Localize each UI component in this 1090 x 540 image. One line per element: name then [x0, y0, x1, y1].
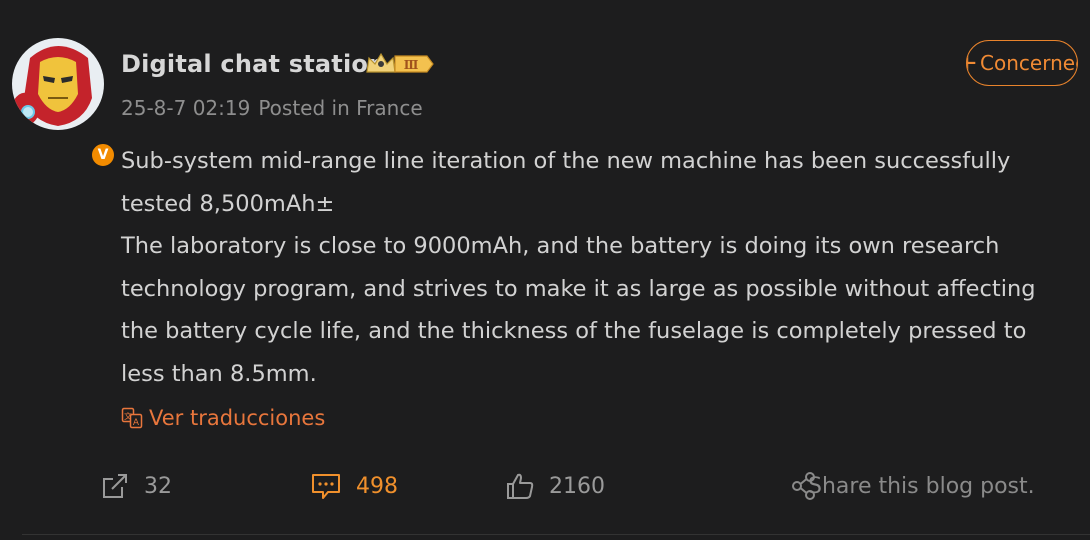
weibo-post: V Digital chat station Ⅲ 25-8-7 02:19 Pos… — [0, 0, 1090, 540]
post-timestamp[interactable]: 25-8-7 02:19 — [121, 96, 250, 120]
translate-icon: 文 A — [121, 407, 143, 429]
comment-icon — [312, 474, 340, 499]
iron-man-avatar-icon — [12, 38, 104, 130]
like-count: 2160 — [549, 473, 605, 499]
repost-button[interactable]: 32 — [100, 466, 172, 506]
avatar[interactable]: V — [12, 38, 116, 168]
translate-label: Ver traducciones — [149, 406, 326, 430]
share-button[interactable]: Share this blog post. — [790, 466, 1035, 506]
follow-button-label: Concerned — [980, 51, 1078, 75]
author-name[interactable]: Digital chat station — [121, 50, 385, 78]
action-bar: 32 498 2160 Share this blog post. — [0, 466, 1090, 510]
crown-level-badge-icon[interactable]: Ⅲ — [365, 50, 435, 78]
comment-count: 498 — [356, 473, 398, 499]
post-location: Posted in France — [258, 96, 423, 120]
thumbs-up-icon — [507, 473, 534, 499]
translate-link[interactable]: 文 A Ver traducciones — [121, 406, 325, 430]
verified-badge-letter: V — [97, 147, 109, 163]
plus-icon: + — [967, 50, 978, 76]
like-button[interactable]: 2160 — [505, 466, 605, 506]
post-paragraph-2: The laboratory is close to 9000mAh, and … — [121, 233, 1036, 387]
post-content: Sub-system mid-range line iteration of t… — [121, 140, 1071, 395]
follow-button[interactable]: + Concerned — [966, 40, 1078, 86]
share-label: Share this blog post. — [808, 473, 1035, 499]
verified-badge-icon: V — [90, 142, 116, 168]
crown-level-text: Ⅲ — [404, 58, 419, 72]
repost-count: 32 — [144, 473, 172, 499]
comment-button[interactable]: 498 — [310, 466, 398, 506]
post-paragraph-1: Sub-system mid-range line iteration of t… — [121, 148, 1011, 217]
repost-icon — [103, 474, 127, 498]
divider — [22, 534, 1090, 535]
svg-text:A: A — [133, 418, 140, 428]
post-meta: 25-8-7 02:19 Posted in France — [121, 96, 423, 120]
